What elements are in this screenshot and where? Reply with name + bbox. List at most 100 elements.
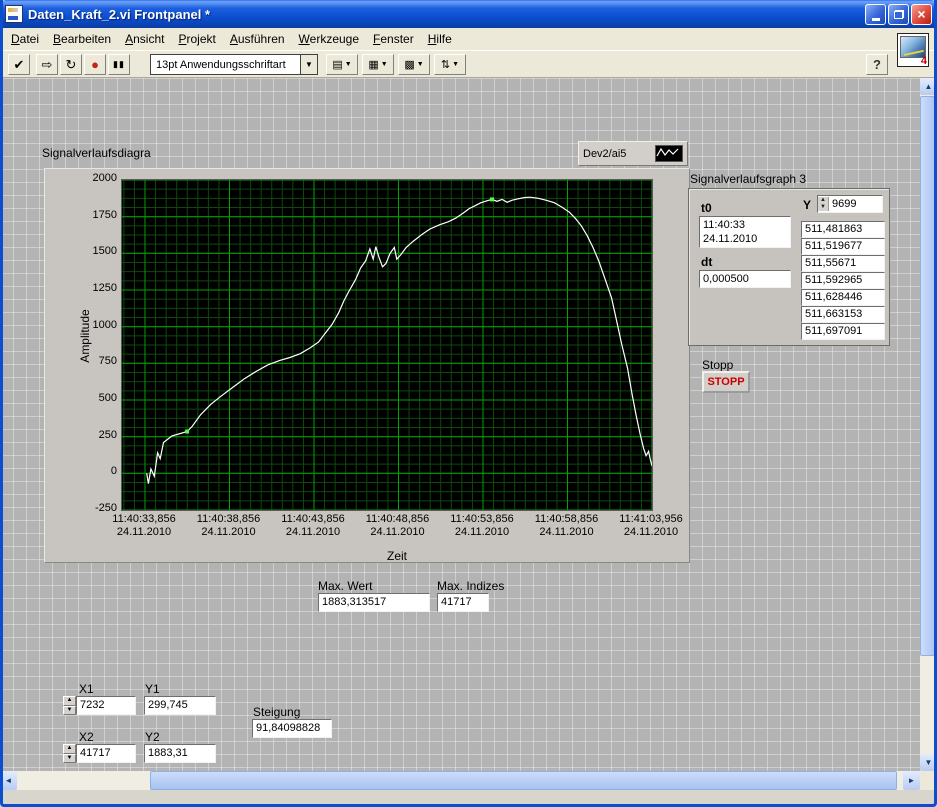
resize-objects-dropdown[interactable]: ▩▼ bbox=[398, 54, 430, 75]
y2-field: 1883,31 bbox=[144, 744, 216, 763]
scroll-left-icon: ◄ bbox=[5, 776, 13, 785]
y-index-spinner[interactable]: ▲▼ 9699 bbox=[817, 195, 883, 213]
scroll-down-button[interactable]: ▼ bbox=[920, 754, 937, 771]
max-wert-label: Max. Wert bbox=[318, 579, 372, 593]
check-icon: ✔ bbox=[14, 57, 25, 73]
minimize-icon bbox=[872, 18, 880, 21]
menu-item-datei[interactable]: Datei bbox=[4, 29, 46, 49]
menu-item-ausfhren[interactable]: Ausführen bbox=[223, 29, 292, 49]
x2-field[interactable]: 41717 bbox=[76, 744, 136, 763]
y-tick-label: 2000 bbox=[73, 172, 117, 184]
menu-item-werkzeuge[interactable]: Werkzeuge bbox=[292, 29, 366, 49]
y-tick-label: 1500 bbox=[73, 245, 117, 257]
scroll-left-button[interactable]: ◄ bbox=[0, 771, 17, 790]
y-tick-label: 750 bbox=[73, 355, 117, 367]
graph-info-title: Signalverlaufsgraph 3 bbox=[690, 172, 806, 186]
x-tick-label: 11:40:38,85624.11.2010 bbox=[187, 513, 271, 539]
y-tick-label: 1250 bbox=[73, 282, 117, 294]
scroll-right-button[interactable]: ► bbox=[903, 771, 920, 790]
stop-button[interactable]: STOPP bbox=[702, 371, 750, 393]
y-value-cell: 511,592965 bbox=[801, 272, 885, 289]
window-bottom-strip bbox=[0, 790, 937, 807]
decrement-icon[interactable]: ▼ bbox=[63, 754, 76, 764]
run-button[interactable]: ⇨ bbox=[36, 54, 58, 75]
x-tick-label: 11:40:48,85624.11.2010 bbox=[356, 513, 440, 539]
increment-icon[interactable]: ▲ bbox=[63, 696, 76, 706]
plot-legend[interactable]: Dev2/ai5 bbox=[578, 141, 688, 166]
vertical-scroll-thumb[interactable] bbox=[920, 96, 937, 656]
close-icon: × bbox=[917, 6, 925, 22]
chevron-down-icon: ▼ bbox=[417, 61, 424, 68]
vertical-scrollbar[interactable]: ▲ ▼ bbox=[920, 78, 937, 771]
scroll-right-icon: ► bbox=[908, 776, 916, 785]
vi-icon[interactable]: 4 bbox=[897, 33, 929, 67]
run-continuous-button[interactable]: ↻ bbox=[60, 54, 82, 75]
x1-field[interactable]: 7232 bbox=[76, 696, 136, 715]
x2-label: X2 bbox=[79, 730, 94, 744]
toolbar: ✔ ⇨ ↻ ● ▮▮ 13pt Anwendungsschriftart ▼ ▤… bbox=[0, 51, 937, 78]
help-button[interactable]: ? bbox=[866, 54, 888, 75]
x2-spinner[interactable]: ▲▼ bbox=[63, 744, 76, 763]
chevron-down-icon: ▼ bbox=[300, 55, 317, 74]
reorder-dropdown[interactable]: ⇅▼ bbox=[434, 54, 466, 75]
y-tick-label: 250 bbox=[73, 429, 117, 441]
distribute-objects-dropdown[interactable]: ▦▼ bbox=[362, 54, 394, 75]
horizontal-scroll-thumb[interactable] bbox=[150, 771, 897, 790]
steigung-label: Steigung bbox=[253, 705, 300, 719]
waveform-chart: Amplitude 200017501500125010007505002500… bbox=[44, 168, 690, 563]
font-selector-value: 13pt Anwendungsschriftart bbox=[151, 59, 300, 71]
distribute-icon: ▦ bbox=[368, 58, 378, 71]
menu-item-projekt[interactable]: Projekt bbox=[171, 29, 222, 49]
t0-date: 24.11.2010 bbox=[703, 232, 787, 246]
menu-item-hilfe[interactable]: Hilfe bbox=[421, 29, 459, 49]
stop-label: Stopp bbox=[702, 358, 733, 372]
reorder-icon: ⇅ bbox=[441, 58, 450, 71]
close-button[interactable]: × bbox=[911, 4, 932, 25]
t0-label: t0 bbox=[701, 201, 712, 215]
y-value-cell: 511,55671 bbox=[801, 255, 885, 272]
y-index-label: Y bbox=[803, 198, 811, 212]
horizontal-scrollbar[interactable]: ◄ ► bbox=[0, 771, 920, 790]
dt-field: 0,000500 bbox=[699, 270, 791, 288]
run-continuous-icon: ↻ bbox=[66, 57, 77, 73]
y-value-cell: 511,519677 bbox=[801, 238, 885, 255]
x1-label: X1 bbox=[79, 682, 94, 696]
vi-icon-badge: 4 bbox=[921, 55, 927, 67]
y-axis-title: Amplitude bbox=[78, 286, 92, 386]
abort-icon: ● bbox=[91, 57, 99, 72]
front-panel[interactable]: Signalverlaufsdiagra Dev2/ai5 Amplitude … bbox=[0, 78, 920, 771]
help-icon: ? bbox=[873, 57, 881, 72]
x-tick-label: 11:40:43,85624.11.2010 bbox=[271, 513, 355, 539]
chevron-down-icon: ▼ bbox=[381, 61, 388, 68]
minimize-button[interactable] bbox=[865, 4, 886, 25]
pause-button[interactable]: ▮▮ bbox=[108, 54, 130, 75]
spinner-arrows-icon[interactable]: ▲▼ bbox=[818, 197, 829, 211]
resize-icon: ▩ bbox=[404, 58, 414, 71]
confirm-button[interactable]: ✔ bbox=[8, 54, 30, 75]
restore-button[interactable] bbox=[888, 4, 909, 25]
plot-area[interactable] bbox=[121, 179, 653, 511]
pause-icon: ▮▮ bbox=[113, 59, 125, 70]
run-icon: ⇨ bbox=[42, 57, 53, 73]
y-value-cell: 511,663153 bbox=[801, 306, 885, 323]
y1-field: 299,745 bbox=[144, 696, 216, 715]
menu-item-fenster[interactable]: Fenster bbox=[366, 29, 421, 49]
restore-icon bbox=[894, 10, 904, 19]
align-objects-dropdown[interactable]: ▤▼ bbox=[326, 54, 358, 75]
graph-info-panel: t0 11:40:33 24.11.2010 dt 0,000500 Y ▲▼ … bbox=[688, 188, 890, 346]
title-bar[interactable]: Daten_Kraft_2.vi Frontpanel * × bbox=[0, 0, 937, 28]
menu-item-ansicht[interactable]: Ansicht bbox=[118, 29, 171, 49]
increment-icon[interactable]: ▲ bbox=[63, 744, 76, 754]
y-value-cell: 511,628446 bbox=[801, 289, 885, 306]
menu-item-bearbeiten[interactable]: Bearbeiten bbox=[46, 29, 118, 49]
waveform-plot-svg bbox=[122, 180, 652, 510]
y2-label: Y2 bbox=[145, 730, 160, 744]
scroll-up-button[interactable]: ▲ bbox=[920, 78, 937, 95]
y-values-list: 511,481863511,519677511,55671511,5929655… bbox=[801, 221, 885, 340]
decrement-icon[interactable]: ▼ bbox=[63, 706, 76, 716]
font-selector[interactable]: 13pt Anwendungsschriftart ▼ bbox=[150, 54, 318, 75]
x1-spinner[interactable]: ▲▼ bbox=[63, 696, 76, 715]
t0-time: 11:40:33 bbox=[703, 218, 787, 232]
abort-button[interactable]: ● bbox=[84, 54, 106, 75]
menu-bar: DateiBearbeitenAnsichtProjektAusführenWe… bbox=[0, 28, 937, 51]
